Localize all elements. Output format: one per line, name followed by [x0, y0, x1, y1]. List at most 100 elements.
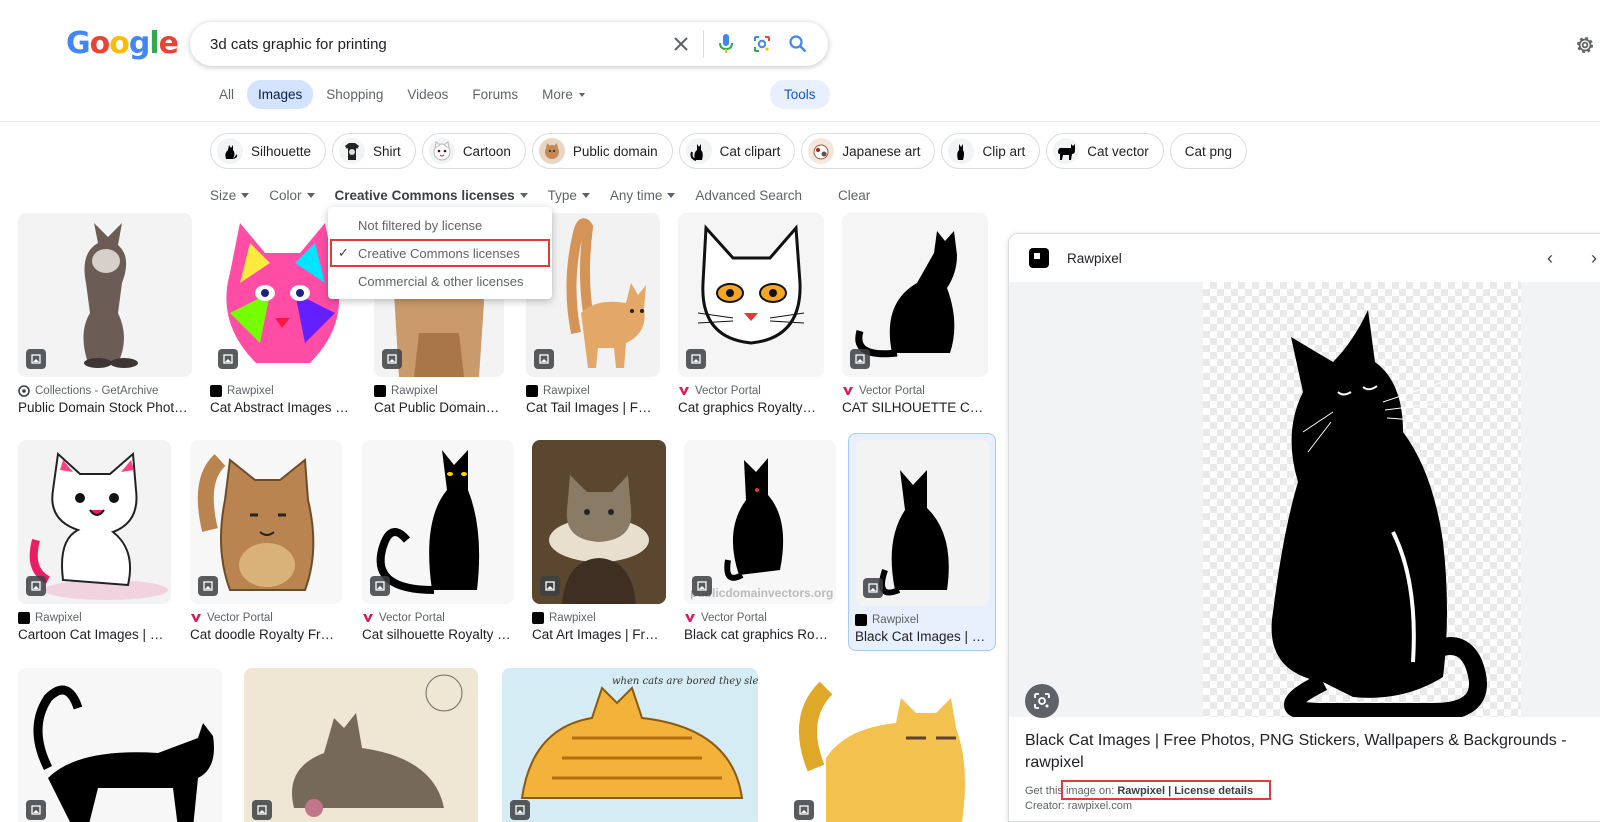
previous-arrow-icon[interactable]: ‹: [1547, 248, 1553, 269]
chip-thumbnail: [1053, 138, 1080, 164]
filter-time[interactable]: Any time: [610, 188, 676, 203]
tab-shopping[interactable]: Shopping: [315, 80, 394, 109]
image-badge-icon: [218, 349, 238, 369]
filter-type-label: Type: [547, 188, 577, 203]
license-option-creative-commons[interactable]: ✓ Creative Commons licenses: [330, 239, 550, 267]
vector-portal-icon: [363, 614, 373, 622]
filter-color-label: Color: [269, 188, 302, 203]
filter-type[interactable]: Type: [548, 188, 590, 203]
preview-creator: Creator: rawpixel.com: [1025, 800, 1132, 812]
chip-label: Shirt: [373, 143, 401, 159]
result-title[interactable]: Black cat graphics Ro…: [684, 627, 836, 642]
image-badge-icon: [510, 800, 530, 820]
chip-clip-art[interactable]: Clip art: [941, 133, 1041, 169]
filter-size[interactable]: Size: [210, 188, 250, 203]
result-thumbnail: [786, 668, 990, 822]
chip-japanese-art[interactable]: Japanese art: [801, 133, 936, 169]
license-option-not-filtered[interactable]: Not filtered by license: [328, 211, 552, 239]
license-dropdown-menu: Not filtered by license ✓ Creative Commo…: [328, 207, 552, 299]
result-card[interactable]: Collections - GetArchive Public Domain S…: [18, 213, 192, 415]
result-title[interactable]: Public Domain Stock Phot…: [18, 400, 192, 415]
result-source: Collections - GetArchive: [18, 385, 192, 397]
chip-cat-clipart[interactable]: Cat clipart: [678, 133, 796, 169]
license-option-commercial[interactable]: Commercial & other licenses: [328, 267, 552, 295]
result-title[interactable]: Cat Public Domain…: [374, 400, 504, 415]
result-thumbnail: [855, 440, 989, 606]
result-card[interactable]: when cats are bored they sleep: [502, 668, 758, 822]
clear-search-button[interactable]: [663, 36, 699, 52]
camera-lens-icon: [754, 36, 770, 52]
tools-button[interactable]: Tools: [770, 80, 830, 109]
result-card[interactable]: Rawpixel Cartoon Cat Images | …: [18, 440, 171, 642]
lens-search-button[interactable]: [1025, 684, 1059, 718]
result-title[interactable]: CAT SILHOUETTE C…: [842, 400, 988, 415]
chip-cat-png[interactable]: Cat png: [1169, 133, 1248, 169]
result-card[interactable]: [244, 668, 478, 822]
tab-images[interactable]: Images: [247, 80, 314, 109]
result-card[interactable]: Vector Portal CAT SILHOUETTE C…: [842, 213, 988, 415]
tab-all[interactable]: All: [208, 80, 245, 109]
result-title[interactable]: Cat Art Images | Fr…: [532, 627, 666, 642]
lens-search-button[interactable]: [744, 34, 780, 54]
caret-down-icon: [667, 193, 676, 198]
chip-public-domain[interactable]: Public domain: [531, 133, 673, 169]
result-thumbnail: publicdomainvectors.org: [684, 440, 836, 604]
close-icon: [674, 37, 688, 51]
google-logo[interactable]: Google: [66, 26, 179, 61]
chip-shirt[interactable]: Shirt: [332, 133, 416, 169]
rawpixel-icon: [532, 612, 544, 624]
highlight-box: [1061, 780, 1271, 800]
result-card[interactable]: Vector Portal Cat doodle Royalty Fr…: [190, 440, 342, 642]
caret-down-icon: [306, 193, 315, 198]
voice-search-button[interactable]: [708, 33, 744, 55]
refinement-chips: Silhouette Shirt Cartoon Public domain C…: [210, 133, 1248, 169]
search-input[interactable]: 3d cats graphic for printing: [210, 36, 663, 53]
filter-color[interactable]: Color: [269, 188, 315, 203]
result-title[interactable]: Cat silhouette Royalty …: [362, 627, 514, 642]
result-thumbnail: when cats are bored they sleep: [502, 668, 758, 822]
preview-title[interactable]: Black Cat Images | Free Photos, PNG Stic…: [1025, 730, 1595, 774]
result-card[interactable]: [786, 668, 990, 822]
chip-cat-vector[interactable]: Cat vector: [1046, 133, 1164, 169]
result-card[interactable]: Rawpixel Cat Art Images | Fr…: [532, 440, 666, 642]
result-card[interactable]: publicdomainvectors.org Vector Portal Bl…: [684, 440, 836, 642]
result-card[interactable]: [18, 668, 222, 822]
getarchive-icon: [18, 385, 30, 397]
clear-filters-link[interactable]: Clear: [838, 188, 870, 203]
result-card-selected[interactable]: Rawpixel Black Cat Images | …: [848, 433, 996, 651]
chip-silhouette[interactable]: Silhouette: [210, 133, 327, 169]
tab-more[interactable]: More: [531, 80, 596, 109]
tab-videos[interactable]: Videos: [396, 80, 459, 109]
preview-image[interactable]: [1009, 282, 1600, 721]
preview-source-name[interactable]: Rawpixel: [1067, 251, 1122, 266]
filter-license[interactable]: Creative Commons licenses: [335, 188, 528, 203]
result-card[interactable]: Vector Portal Cat graphics Royalty…: [678, 213, 824, 415]
vector-portal-icon: [843, 387, 853, 395]
search-tabs: All Images Shopping Videos Forums More: [208, 80, 598, 109]
result-title[interactable]: Cat doodle Royalty Fr…: [190, 627, 342, 642]
chip-label: Japanese art: [842, 143, 921, 159]
result-card[interactable]: Vector Portal Cat silhouette Royalty …: [362, 440, 514, 642]
result-title[interactable]: Black Cat Images | …: [855, 629, 989, 644]
result-title[interactable]: Cat Tail Images | F…: [526, 400, 660, 415]
tab-forums[interactable]: Forums: [461, 80, 529, 109]
result-source-name: Vector Portal: [379, 612, 445, 624]
chip-thumbnail: [948, 138, 975, 164]
result-thumbnail: [190, 440, 342, 604]
vector-portal-icon: [191, 614, 201, 622]
advanced-search-link[interactable]: Advanced Search: [695, 188, 802, 203]
result-title[interactable]: Cat Abstract Images …: [210, 400, 356, 415]
vector-portal-icon: [679, 387, 689, 395]
result-source-name: Vector Portal: [207, 612, 273, 624]
gear-icon[interactable]: [1574, 34, 1596, 56]
result-source-name: Collections - GetArchive: [35, 385, 159, 397]
chip-cartoon[interactable]: Cartoon: [421, 133, 526, 169]
filter-size-label: Size: [210, 188, 237, 203]
image-badge-icon: [686, 349, 706, 369]
result-title[interactable]: Cat graphics Royalty…: [678, 400, 824, 415]
result-title[interactable]: Cartoon Cat Images | …: [18, 627, 171, 642]
next-arrow-icon[interactable]: ›: [1591, 248, 1597, 269]
image-badge-icon: [370, 576, 390, 596]
chip-thumbnail: [217, 138, 243, 164]
search-button[interactable]: [780, 35, 816, 53]
